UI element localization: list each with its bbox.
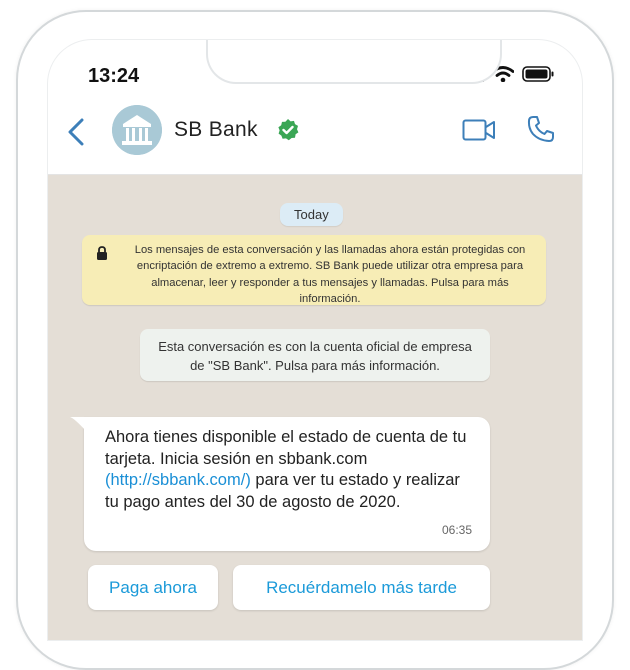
video-call-icon[interactable]: [462, 118, 496, 142]
phone-screen: 13:24 SB Bank Today Los mensajes de esta…: [48, 40, 582, 640]
message-link[interactable]: (http://sbbank.com/): [105, 471, 251, 489]
encryption-notice[interactable]: Los mensajes de esta conversación y las …: [82, 235, 546, 305]
encryption-notice-text: Los mensajes de esta conversación y las …: [134, 244, 526, 305]
bank-avatar-icon: [112, 105, 162, 155]
phone-call-icon[interactable]: [526, 114, 556, 144]
remind-later-button[interactable]: Recuérdamelo más tarde: [233, 565, 490, 610]
business-account-notice[interactable]: Esta conversación es con la cuenta ofici…: [140, 329, 490, 381]
date-label: Today: [280, 203, 343, 226]
back-arrow-icon[interactable]: [64, 112, 88, 152]
message-tail: [70, 417, 86, 431]
message-timestamp: 06:35: [441, 522, 472, 537]
avatar[interactable]: [112, 105, 162, 155]
chat-header: SB Bank: [48, 98, 582, 175]
chat-area[interactable]: Today Los mensajes de esta conversación …: [48, 175, 582, 640]
lock-icon: [97, 246, 107, 260]
incoming-message: Ahora tienes disponible el estado de cue…: [70, 417, 490, 551]
message-text: Ahora tienes disponible el estado de cue…: [105, 428, 467, 468]
phone-notch: [206, 40, 502, 84]
contact-name[interactable]: SB Bank: [174, 118, 258, 142]
verified-check-icon: [278, 119, 299, 141]
pay-now-button[interactable]: Paga ahora: [88, 565, 218, 610]
status-time: 13:24: [88, 65, 140, 87]
battery-icon: [522, 66, 554, 82]
